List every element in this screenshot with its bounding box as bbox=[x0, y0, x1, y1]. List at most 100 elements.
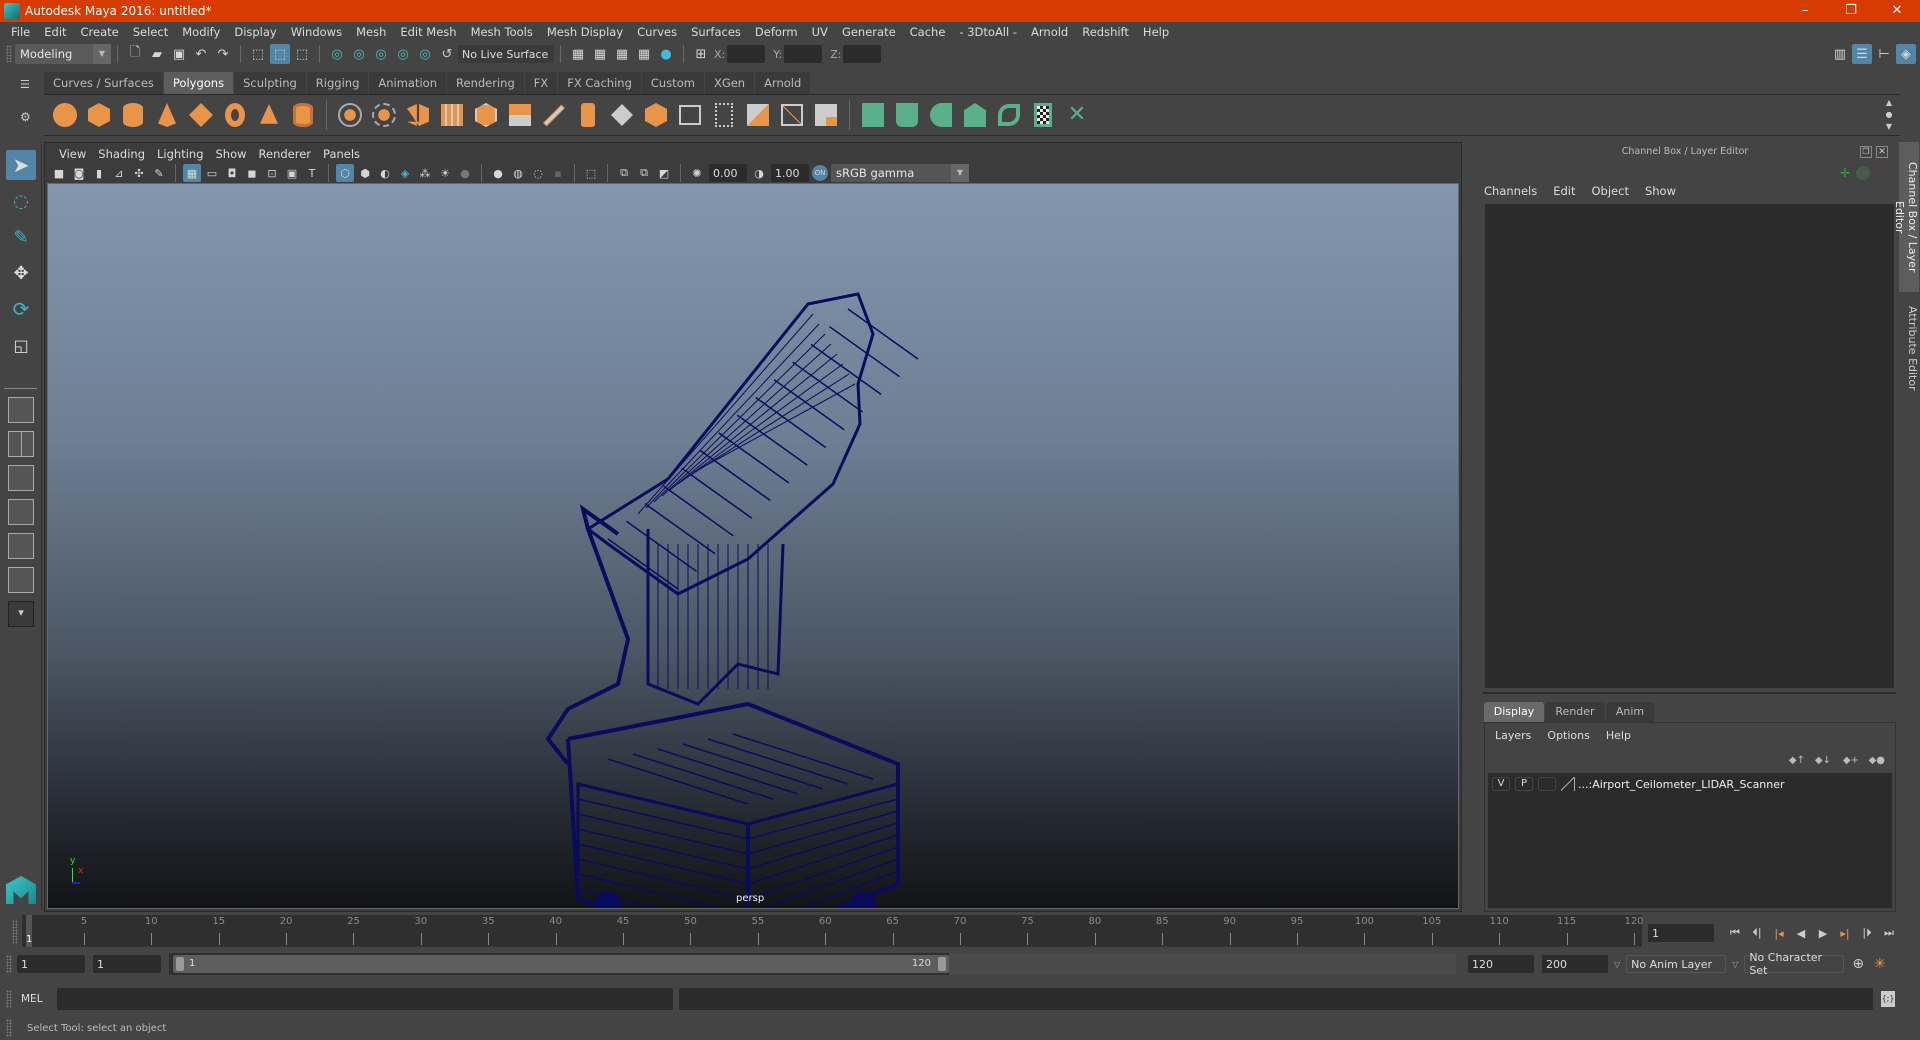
viewport-menu-renderer[interactable]: Renderer bbox=[253, 147, 318, 161]
target-weld-icon[interactable] bbox=[778, 101, 806, 129]
shelf-tab-xgen[interactable]: XGen bbox=[704, 72, 755, 94]
save-scene-icon[interactable]: ▣ bbox=[169, 44, 189, 64]
multi-cut-icon[interactable] bbox=[574, 101, 602, 129]
channels-edit-menu[interactable]: Edit bbox=[1553, 184, 1575, 198]
animation-start-field[interactable]: 1 bbox=[17, 955, 85, 973]
range-slider[interactable]: 1 120 bbox=[169, 953, 949, 975]
snap-grid-icon[interactable]: ◎ bbox=[327, 44, 347, 64]
scale-tool-icon[interactable]: ◱ bbox=[6, 330, 36, 360]
select-component-icon[interactable]: ⬚ bbox=[292, 44, 312, 64]
image-plane-icon[interactable]: ⊿ bbox=[110, 164, 128, 182]
shelf-tab-sculpting[interactable]: Sculpting bbox=[234, 72, 306, 94]
isolate-select-icon[interactable]: ⬚ bbox=[582, 164, 600, 182]
attribute-editor-toggle-icon[interactable]: ◈ bbox=[1896, 44, 1916, 64]
layer-tab-anim[interactable]: Anim bbox=[1606, 702, 1654, 722]
shelf-scroll[interactable]: ▲ ● ▼ bbox=[1884, 97, 1894, 133]
persp-graph-hypergraph-layout-icon[interactable] bbox=[8, 567, 34, 593]
close-button[interactable]: ✕ bbox=[1874, 0, 1920, 22]
new-layer-icon[interactable]: ◆+ bbox=[1843, 755, 1859, 766]
shelf-tab-animation[interactable]: Animation bbox=[369, 72, 447, 94]
shelf-tab-polygons[interactable]: Polygons bbox=[163, 72, 234, 94]
bookmark-icon[interactable]: ▮ bbox=[90, 164, 108, 182]
layer-name[interactable]: ...:Airport_Ceilometer_LIDAR_Scanner bbox=[1578, 778, 1785, 791]
current-frame-field[interactable]: 1 bbox=[1648, 924, 1714, 942]
auto-key-icon[interactable]: ⊕ bbox=[1852, 956, 1864, 972]
command-line-grip[interactable] bbox=[6, 990, 12, 1008]
safe-action-icon[interactable]: ▣ bbox=[283, 164, 301, 182]
menu-mesh-tools[interactable]: Mesh Tools bbox=[464, 25, 540, 39]
extrude-icon[interactable] bbox=[540, 101, 568, 129]
z-field[interactable] bbox=[843, 45, 882, 63]
wireframe-on-shaded-icon[interactable]: ◈ bbox=[396, 164, 414, 182]
snap-point-icon[interactable]: ◎ bbox=[371, 44, 391, 64]
fill-hole-icon[interactable] bbox=[744, 101, 772, 129]
render-settings-icon[interactable]: ▦ bbox=[634, 44, 654, 64]
side-tab-channel-box[interactable]: Channel Box / Layer Editor bbox=[1893, 142, 1919, 292]
command-input[interactable] bbox=[57, 988, 673, 1010]
safe-title-icon[interactable]: T bbox=[303, 164, 321, 182]
script-editor-icon[interactable]: {;} bbox=[1881, 991, 1895, 1007]
smooth-shade-icon[interactable]: ⬢ bbox=[356, 164, 374, 182]
minimize-button[interactable]: – bbox=[1782, 0, 1828, 22]
shelf-tab-arnold[interactable]: Arnold bbox=[755, 72, 811, 94]
gamma-field[interactable]: 1.00 bbox=[771, 164, 809, 182]
channels-menu[interactable]: Channels bbox=[1484, 184, 1537, 198]
layer-display-type-toggle[interactable] bbox=[1538, 777, 1556, 791]
viewport-menu-view[interactable]: View bbox=[53, 147, 92, 161]
poly-pipe-icon[interactable] bbox=[289, 101, 317, 129]
shelf-tab-custom[interactable]: Custom bbox=[641, 72, 704, 94]
channel-box-list[interactable] bbox=[1485, 204, 1894, 688]
menu-surfaces[interactable]: Surfaces bbox=[684, 25, 748, 39]
viewport-menu-show[interactable]: Show bbox=[210, 147, 253, 161]
poly-cylinder-icon[interactable] bbox=[119, 101, 147, 129]
texel-density-icon[interactable]: ✕ bbox=[1063, 101, 1091, 129]
rotate-tool-icon[interactable]: ⟳ bbox=[6, 294, 36, 324]
default-material-icon[interactable]: ◐ bbox=[376, 164, 394, 182]
y-field[interactable] bbox=[784, 45, 823, 63]
select-object-icon[interactable]: ⬚ bbox=[270, 44, 290, 64]
wireframe-model[interactable] bbox=[48, 184, 1459, 909]
shadows-icon[interactable]: ● bbox=[456, 164, 474, 182]
character-set-dropdown-arrow-icon[interactable]: ▽ bbox=[1732, 960, 1738, 969]
grease-pencil-icon[interactable]: ✎ bbox=[150, 164, 168, 182]
menu-deform[interactable]: Deform bbox=[748, 25, 805, 39]
append-icon[interactable] bbox=[710, 101, 738, 129]
resolution-gate-icon[interactable]: ◘ bbox=[223, 164, 241, 182]
range-start-handle[interactable] bbox=[176, 957, 184, 971]
layer-tab-display[interactable]: Display bbox=[1484, 702, 1544, 722]
playback-start-field[interactable]: 1 bbox=[93, 955, 161, 973]
menu-windows[interactable]: Windows bbox=[284, 25, 349, 39]
x-field[interactable] bbox=[727, 45, 766, 63]
menu-display[interactable]: Display bbox=[227, 25, 283, 39]
xray-components-icon[interactable]: ◩ bbox=[655, 164, 673, 182]
shelf-tab-rendering[interactable]: Rendering bbox=[447, 72, 524, 94]
layer-color-swatch[interactable] bbox=[1561, 777, 1575, 791]
poly-torus-icon[interactable] bbox=[221, 101, 249, 129]
lasso-tool-icon[interactable]: ◌ bbox=[6, 186, 36, 216]
anim-layer-dropdown[interactable]: No Anim Layer bbox=[1626, 955, 1727, 973]
side-tab-attribute-editor[interactable]: Attribute Editor bbox=[1899, 298, 1919, 398]
separate-icon[interactable] bbox=[370, 101, 398, 129]
menu-cache[interactable]: Cache bbox=[903, 25, 953, 39]
unfold-uv-icon[interactable] bbox=[995, 101, 1023, 129]
combine-icon[interactable] bbox=[336, 101, 364, 129]
help-line-grip[interactable] bbox=[6, 1019, 12, 1037]
character-set-dropdown[interactable]: No Character Set bbox=[1744, 951, 1845, 977]
gate-mask-icon[interactable]: ◼ bbox=[243, 164, 261, 182]
snap-live-icon[interactable]: ↺ bbox=[437, 44, 457, 64]
viewport-menu-shading[interactable]: Shading bbox=[92, 147, 151, 161]
pin-icon[interactable]: ⟋ bbox=[1880, 166, 1888, 181]
layer-options-menu[interactable]: Options bbox=[1547, 729, 1589, 742]
go-to-end-icon[interactable]: ⏭ bbox=[1878, 926, 1900, 940]
shelf-settings-icon[interactable]: ⚙ bbox=[20, 110, 31, 124]
bevel-icon[interactable] bbox=[472, 101, 500, 129]
layout-options-icon[interactable]: ▾ bbox=[8, 601, 34, 627]
xray-icon[interactable]: ⧉ bbox=[615, 164, 633, 182]
float-panel-button[interactable]: ❐ bbox=[1860, 146, 1872, 158]
channel-visibility-icon[interactable] bbox=[1856, 166, 1870, 180]
menu-select[interactable]: Select bbox=[126, 25, 175, 39]
select-hierarchy-icon[interactable]: ⬚ bbox=[248, 44, 268, 64]
outliner-persp-layout-icon[interactable] bbox=[8, 465, 34, 491]
channels-object-menu[interactable]: Object bbox=[1592, 184, 1629, 198]
perspective-viewport[interactable]: y x persp bbox=[47, 183, 1459, 909]
